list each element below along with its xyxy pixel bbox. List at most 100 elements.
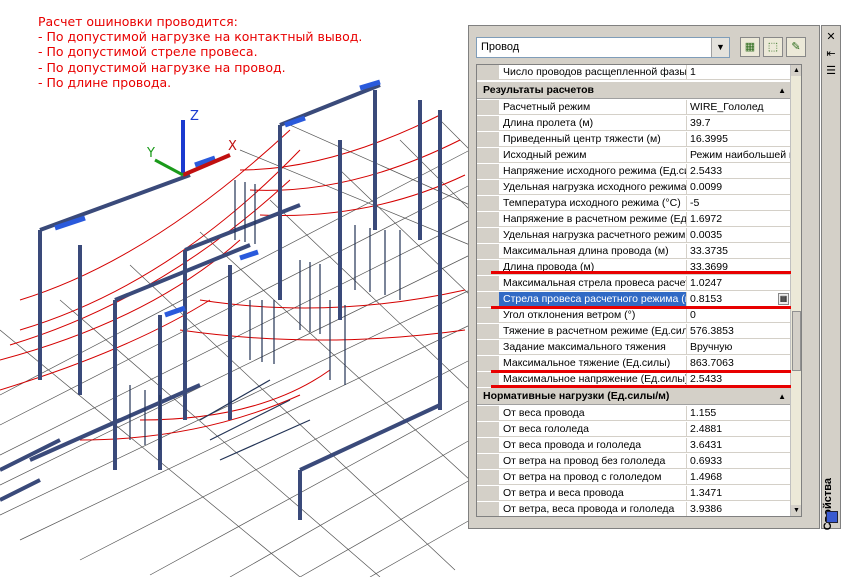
property-row[interactable]: От веса провода и гололеда 3.6431 [477, 438, 801, 453]
annotation-line: - По допустимой нагрузке на контактный в… [38, 29, 363, 45]
property-value[interactable]: 1.6972 [687, 212, 790, 227]
property-value[interactable]: Режим наибольшей на... [687, 148, 790, 163]
property-row[interactable]: Тяжение в расчетном режиме (Ед.силы) 576.… [477, 324, 801, 339]
property-name: От ветра, веса провода и гололеда [499, 502, 687, 516]
highlight-underline [491, 370, 791, 373]
properties-palette: Провод ▼ ▦ ⬚ ✎ Число проводов расщепленн… [468, 25, 820, 529]
category-header-normative-loads[interactable]: Нормативные нагрузки (Ед.силы/м) ▲ [477, 388, 790, 405]
ucs-x-label: X [228, 139, 237, 154]
property-row[interactable]: Длина пролета (м) 39.7 [477, 116, 801, 131]
property-name: Максимальное тяжение (Ед.силы) [499, 356, 687, 371]
property-row[interactable]: Максимальное тяжение (Ед.силы) 863.7063 [477, 356, 801, 371]
property-value[interactable]: 0.8153 [687, 292, 790, 307]
property-row[interactable]: От ветра, веса провода и гололеда 3.9386 [477, 502, 801, 516]
property-name: Угол отклонения ветром (°) [499, 308, 687, 323]
property-value[interactable]: 3.6431 [687, 438, 790, 453]
equipment [129, 180, 401, 461]
property-row[interactable]: Приведенный центр тяжести (м) 16.3995 [477, 132, 801, 147]
properties-menu-icon[interactable]: ☰ [824, 64, 838, 78]
property-name: Задание максимального тяжения [499, 340, 687, 355]
object-type-select[interactable]: Провод ▼ [476, 37, 730, 58]
property-name: Расчетный режим [499, 100, 687, 115]
property-value[interactable]: 1.155 [687, 406, 790, 421]
property-value[interactable]: 16.3995 [687, 132, 790, 147]
auto-hide-icon[interactable]: ⇤ [824, 47, 838, 61]
property-value[interactable]: 1.0247 [687, 276, 790, 291]
toggle-pickadd-icon[interactable]: ▦ [740, 37, 760, 57]
property-value[interactable]: -5 [687, 196, 790, 211]
property-row[interactable]: Задание максимального тяжения Вручную [477, 340, 801, 355]
property-row[interactable]: От ветра и веса провода 1.3471 [477, 486, 801, 501]
highlight-underline [491, 271, 791, 274]
property-grid: Число проводов расщепленной фазы 1 Резул… [476, 64, 802, 517]
property-value[interactable]: 2.4881 [687, 422, 790, 437]
property-name: Исходный режим [499, 148, 687, 163]
annotation-line: - По допустимой стреле провеса. [38, 44, 258, 60]
property-row[interactable]: Удельная нагрузка расчетного режим... 0.0… [477, 228, 801, 243]
scrollbar-thumb[interactable] [792, 311, 801, 371]
property-name: От ветра на провод без гололеда [499, 454, 687, 469]
annotation-text: Расчет ошиновки проводится: - По допусти… [38, 14, 362, 90]
property-row[interactable]: Исходный режимРежим наибольшей на... [477, 148, 801, 163]
select-objects-icon[interactable]: ⬚ [763, 37, 783, 57]
scroll-up-icon[interactable]: ▲ [791, 65, 801, 76]
category-header-results[interactable]: Результаты расчетов ▲ [477, 82, 790, 99]
property-name: Напряжение исходного режима (Ед.си... [499, 164, 687, 179]
property-name: Максимальная стрела провеса расчет... [499, 276, 687, 291]
property-name: Приведенный центр тяжести (м) [499, 132, 687, 147]
property-row[interactable]: Стрела провеса расчетного режима (м) 0.81… [477, 292, 801, 307]
annotation-line: - По длине провода. [38, 74, 172, 90]
property-name: Число проводов расщепленной фазы [499, 65, 687, 80]
property-name: От веса гололеда [499, 422, 687, 437]
property-name: Удельная нагрузка расчетного режим... [499, 228, 687, 243]
property-row[interactable]: Число проводов расщепленной фазы 1 [477, 65, 801, 80]
property-name: От веса провода и гололеда [499, 438, 687, 453]
property-name: Максимальная длина провода (м) [499, 244, 687, 259]
property-value[interactable]: Вручную [687, 340, 790, 355]
property-value[interactable]: 39.7 [687, 116, 790, 131]
property-row[interactable]: Угол отклонения ветром (°) 0 [477, 308, 801, 323]
property-value[interactable]: 863.7063 [687, 356, 790, 371]
property-value[interactable]: 0 [687, 308, 790, 323]
vertical-scrollbar[interactable]: ▲ ▼ [790, 65, 801, 516]
close-icon[interactable]: ✕ [824, 30, 838, 44]
annotation-line: - По допустимой нагрузке на провод. [38, 59, 286, 75]
property-row[interactable]: Максимальная длина провода (м) 33.3735 [477, 244, 801, 259]
property-row[interactable]: Напряжение в расчетном режиме (Ед.с... 1.… [477, 212, 801, 227]
chevron-down-icon[interactable]: ▼ [711, 38, 729, 57]
object-type-value: Провод [481, 41, 520, 53]
property-value[interactable]: 33.3735 [687, 244, 790, 259]
calculator-icon[interactable]: ▦ [778, 293, 789, 305]
property-row[interactable]: От веса гололеда 2.4881 [477, 422, 801, 437]
property-name: От ветра на провод с гололедом [499, 470, 687, 485]
red-wires [0, 114, 466, 441]
property-value[interactable]: 1.3471 [687, 486, 790, 501]
category-title: Нормативные нагрузки (Ед.силы/м) [483, 390, 670, 402]
property-value[interactable]: 0.0035 [687, 228, 790, 243]
collapse-icon[interactable]: ▲ [778, 82, 786, 99]
property-value[interactable]: 2.5433 [687, 164, 790, 179]
palette-title-bar[interactable]: ✕ ⇤ ☰ Свойства [821, 25, 841, 530]
property-value[interactable]: 0.0099 [687, 180, 790, 195]
property-row[interactable]: Удельная нагрузка исходного режима... 0.0… [477, 180, 801, 195]
collapse-icon[interactable]: ▲ [778, 388, 786, 405]
scroll-down-icon[interactable]: ▼ [791, 505, 801, 516]
property-name: Тяжение в расчетном режиме (Ед.силы) [499, 324, 687, 339]
quick-select-icon[interactable]: ✎ [786, 37, 806, 57]
property-row[interactable]: От веса провода 1.155 [477, 406, 801, 421]
property-value[interactable]: 0.6933 [687, 454, 790, 469]
property-row[interactable]: От ветра на провод с гололедом 1.4968 [477, 470, 801, 485]
property-row[interactable]: Максимальная стрела провеса расчет... 1.0… [477, 276, 801, 291]
property-row[interactable]: От ветра на провод без гололеда 0.6933 [477, 454, 801, 469]
property-row[interactable]: Температура исходного режима (°C) -5 [477, 196, 801, 211]
ucs-icon: Z Y X [146, 109, 237, 177]
property-value[interactable]: 3.9386 [687, 502, 790, 516]
property-name: Длина пролета (м) [499, 116, 687, 131]
highlight-underline [491, 385, 791, 388]
property-value[interactable]: 576.3853 [687, 324, 790, 339]
property-value[interactable]: WIRE_Гололед [687, 100, 790, 115]
property-row[interactable]: Расчетный режим WIRE_Гололед [477, 100, 801, 115]
property-row[interactable]: Напряжение исходного режима (Ед.си... 2.5… [477, 164, 801, 179]
property-value[interactable]: 1 [687, 65, 790, 80]
property-value[interactable]: 1.4968 [687, 470, 790, 485]
